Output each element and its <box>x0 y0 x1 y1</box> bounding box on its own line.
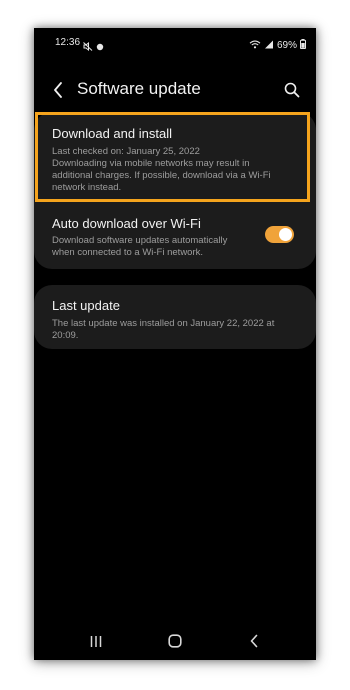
home-button[interactable] <box>164 632 186 650</box>
app-bar: Software update <box>34 72 316 108</box>
auto-download-toggle[interactable] <box>265 226 294 243</box>
back-nav-icon <box>250 634 258 648</box>
status-bar: 12:36 69% <box>34 28 316 58</box>
last-update-title: Last update <box>52 298 120 313</box>
mute-icon <box>83 38 93 56</box>
auto-download-title: Auto download over Wi-Fi <box>52 216 201 231</box>
search-icon <box>284 82 300 98</box>
wifi-icon <box>249 36 261 54</box>
battery-percent: 69% <box>276 39 297 51</box>
notification-dot-icon <box>96 38 104 56</box>
download-title: Download and install <box>52 126 172 141</box>
phone-screen: 12:36 69% Software update Download and i… <box>34 28 316 660</box>
back-nav-button[interactable] <box>243 632 265 650</box>
home-icon <box>168 634 182 648</box>
auto-download-desc-line1: Download software updates automatically <box>52 235 228 246</box>
battery-icon <box>300 36 306 54</box>
navigation-bar <box>34 626 316 656</box>
status-left-icons <box>83 38 104 56</box>
back-chevron-icon <box>54 82 62 98</box>
recent-apps-icon <box>90 635 102 647</box>
recent-apps-button[interactable] <box>85 632 107 650</box>
back-button[interactable] <box>48 80 68 100</box>
last-update-desc-line2: 20:09. <box>52 330 79 341</box>
download-note-line2: additional charges. If possible, downloa… <box>52 170 271 181</box>
toggle-thumb <box>279 228 292 241</box>
status-right-icons: 69% <box>249 36 306 54</box>
download-and-install-item[interactable]: Download and install Last checked on: Ja… <box>34 112 316 202</box>
download-last-checked: Last checked on: January 25, 2022 <box>52 146 200 157</box>
last-update-desc-line1: The last update was installed on January… <box>52 318 275 329</box>
status-time: 12:36 <box>55 37 81 48</box>
download-note-line1: Downloading via mobile networks may resu… <box>52 158 250 169</box>
last-update-card[interactable]: Last update The last update was installe… <box>34 285 316 349</box>
page-title: Software update <box>77 79 201 98</box>
auto-download-desc-line2: when connected to a Wi-Fi network. <box>52 247 204 258</box>
download-note-line3: network instead. <box>52 182 122 193</box>
search-button[interactable] <box>282 80 302 100</box>
signal-icon <box>264 36 274 54</box>
